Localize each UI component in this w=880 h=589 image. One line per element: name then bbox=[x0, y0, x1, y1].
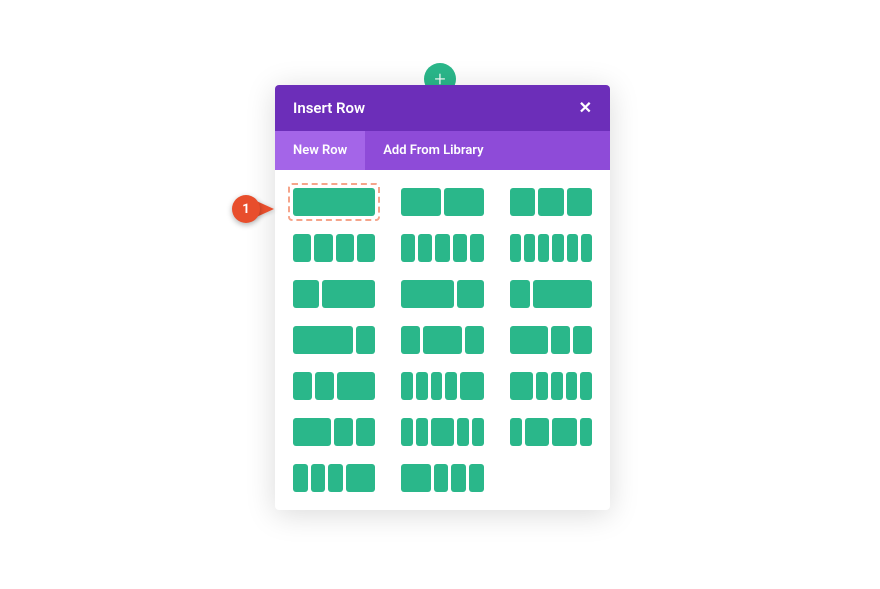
layout-option[interactable] bbox=[401, 372, 483, 400]
layout-column-icon bbox=[457, 418, 469, 446]
layout-column-icon bbox=[337, 372, 375, 400]
layout-column-icon bbox=[311, 464, 326, 492]
layout-option[interactable] bbox=[510, 188, 592, 216]
layout-column-icon bbox=[328, 464, 343, 492]
layout-column-icon bbox=[567, 234, 578, 262]
layout-column-icon bbox=[435, 234, 449, 262]
layout-option[interactable] bbox=[293, 280, 375, 308]
layouts-grid bbox=[275, 170, 610, 510]
layout-column-icon bbox=[445, 372, 457, 400]
close-button[interactable]: ✕ bbox=[579, 100, 592, 116]
layout-column-icon bbox=[581, 234, 592, 262]
layout-option[interactable] bbox=[510, 280, 592, 308]
layout-column-icon bbox=[356, 418, 375, 446]
layout-column-icon bbox=[533, 280, 593, 308]
layout-option[interactable] bbox=[293, 326, 375, 354]
layout-column-icon bbox=[566, 372, 578, 400]
layout-column-icon bbox=[457, 280, 483, 308]
layout-column-icon bbox=[451, 464, 466, 492]
layout-column-icon bbox=[567, 188, 592, 216]
layout-column-icon bbox=[470, 234, 484, 262]
layout-column-icon bbox=[336, 234, 354, 262]
layout-option[interactable] bbox=[293, 234, 375, 262]
layout-column-icon bbox=[551, 326, 570, 354]
layout-column-icon bbox=[431, 372, 443, 400]
layout-column-icon bbox=[293, 280, 319, 308]
layout-column-icon bbox=[510, 234, 521, 262]
layout-option[interactable] bbox=[401, 188, 483, 216]
layout-column-icon bbox=[423, 326, 461, 354]
layout-option[interactable] bbox=[288, 183, 380, 221]
layout-column-icon bbox=[293, 234, 311, 262]
layout-column-icon bbox=[293, 372, 312, 400]
layout-column-icon bbox=[314, 234, 332, 262]
layout-column-icon bbox=[510, 188, 535, 216]
layout-option[interactable] bbox=[401, 234, 483, 262]
layout-column-icon bbox=[580, 372, 592, 400]
layout-column-icon bbox=[346, 464, 375, 492]
tab-new-row[interactable]: New Row bbox=[275, 131, 365, 170]
layout-column-icon bbox=[552, 234, 563, 262]
layout-option[interactable] bbox=[401, 280, 483, 308]
layout-column-icon bbox=[401, 464, 430, 492]
layout-column-icon bbox=[293, 418, 331, 446]
layout-column-icon bbox=[525, 418, 549, 446]
layout-column-icon bbox=[401, 234, 415, 262]
layout-column-icon bbox=[401, 188, 441, 216]
insert-row-modal: Insert Row ✕ New Row Add From Library bbox=[275, 85, 610, 510]
layout-option[interactable] bbox=[510, 234, 592, 262]
close-icon: ✕ bbox=[579, 98, 592, 117]
layout-column-icon bbox=[356, 326, 376, 354]
annotation-callout: 1 bbox=[232, 195, 274, 223]
layout-column-icon bbox=[469, 464, 484, 492]
layout-column-icon bbox=[538, 188, 563, 216]
layout-option[interactable] bbox=[401, 464, 483, 492]
tab-add-from-library[interactable]: Add From Library bbox=[365, 131, 501, 170]
layout-column-icon bbox=[510, 372, 533, 400]
layout-column-icon bbox=[401, 372, 413, 400]
layout-column-icon bbox=[524, 234, 535, 262]
layout-column-icon bbox=[293, 326, 353, 354]
layout-column-icon bbox=[416, 418, 428, 446]
callout-number: 1 bbox=[232, 195, 260, 223]
layout-option[interactable] bbox=[510, 418, 592, 446]
layout-column-icon bbox=[401, 280, 454, 308]
layout-column-icon bbox=[293, 188, 375, 216]
layout-column-icon bbox=[536, 372, 548, 400]
modal-title: Insert Row bbox=[293, 99, 365, 117]
layout-column-icon bbox=[510, 326, 548, 354]
modal-header: Insert Row ✕ bbox=[275, 85, 610, 131]
layout-column-icon bbox=[444, 188, 484, 216]
layout-option[interactable] bbox=[293, 372, 375, 400]
layout-column-icon bbox=[472, 418, 484, 446]
layout-option[interactable] bbox=[510, 372, 592, 400]
layout-column-icon bbox=[510, 418, 522, 446]
layout-column-icon bbox=[431, 418, 454, 446]
layout-column-icon bbox=[322, 280, 375, 308]
layout-column-icon bbox=[538, 234, 549, 262]
layout-column-icon bbox=[453, 234, 467, 262]
layout-column-icon bbox=[552, 418, 576, 446]
layout-column-icon bbox=[401, 418, 413, 446]
layout-column-icon bbox=[465, 326, 484, 354]
layout-column-icon bbox=[293, 464, 308, 492]
layout-column-icon bbox=[551, 372, 563, 400]
layout-option[interactable] bbox=[293, 464, 375, 492]
layout-column-icon bbox=[357, 234, 375, 262]
layout-column-icon bbox=[416, 372, 428, 400]
layout-column-icon bbox=[401, 326, 420, 354]
layout-column-icon bbox=[510, 280, 530, 308]
layout-column-icon bbox=[315, 372, 334, 400]
layout-option[interactable] bbox=[510, 326, 592, 354]
layout-column-icon bbox=[334, 418, 353, 446]
layout-column-icon bbox=[460, 372, 483, 400]
layout-option[interactable] bbox=[293, 418, 375, 446]
layout-option[interactable] bbox=[401, 326, 483, 354]
layout-option[interactable] bbox=[401, 418, 483, 446]
layout-column-icon bbox=[434, 464, 449, 492]
layout-column-icon bbox=[418, 234, 432, 262]
layout-column-icon bbox=[573, 326, 592, 354]
layout-column-icon bbox=[580, 418, 592, 446]
tabs: New Row Add From Library bbox=[275, 131, 610, 170]
